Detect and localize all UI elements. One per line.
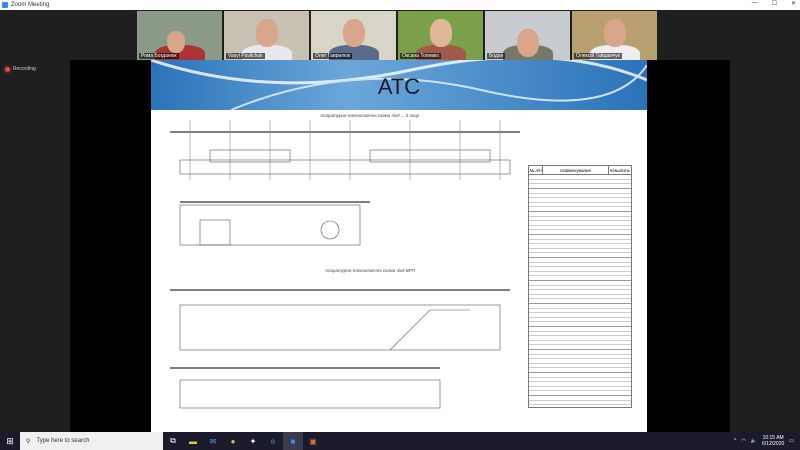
- notifications-icon[interactable]: ▭: [789, 438, 794, 444]
- task-view-icon[interactable]: ⧉: [163, 432, 183, 450]
- video-tile[interactable]: Олег Гаврилюк: [311, 11, 396, 60]
- maximize-button[interactable]: ☐: [772, 0, 777, 7]
- specification-table: № п/п Найменування Кількість: [528, 165, 632, 408]
- app-icon[interactable]: ✦: [243, 432, 263, 450]
- participant-name: Рома Богданюк: [139, 53, 179, 59]
- minimize-button[interactable]: —: [752, 0, 758, 7]
- participant-name: Оксана Толевко: [400, 53, 442, 59]
- taskbar: ⊞ ⚲ Type here to search ⧉ ▬ ✉ ● ✦ e ■ ▣ ^…: [0, 432, 800, 450]
- mail-icon[interactable]: ✉: [203, 432, 223, 450]
- table-header: № п/п: [529, 166, 543, 174]
- windows-start-icon[interactable]: ⊞: [0, 436, 20, 447]
- powerpoint-icon[interactable]: ▣: [303, 432, 323, 450]
- participant-name: Vasyl Pavlichuk: [226, 53, 265, 59]
- recording-indicator: Recording: [5, 66, 36, 72]
- system-tray: ^ ◠ 🔈 10:15 AM 6/12/2020 ▭: [734, 432, 800, 450]
- close-button[interactable]: ✕: [791, 0, 796, 7]
- edge-icon[interactable]: e: [263, 432, 283, 450]
- zoom-logo-icon: [2, 2, 8, 8]
- technical-drawing: Апаратурно-технологічна схема лінії ... …: [170, 110, 632, 420]
- table-rows: [529, 175, 631, 407]
- wifi-icon[interactable]: ◠: [741, 438, 745, 444]
- video-tile[interactable]: Оксана Толевко: [398, 11, 483, 60]
- video-tile[interactable]: Олексій Гайдамчук: [572, 11, 657, 60]
- video-tile[interactable]: Рома Богданюк: [137, 11, 222, 60]
- video-tile[interactable]: Бодан: [485, 11, 570, 60]
- date: 6/12/2020: [762, 441, 785, 447]
- slide: АТС Апаратурно-технологічна схема лінії …: [151, 60, 647, 432]
- search-placeholder: Type here to search: [36, 438, 90, 444]
- clock[interactable]: 10:15 AM 6/12/2020: [762, 435, 784, 447]
- table-header: Найменування: [543, 166, 609, 174]
- zoom-taskbar-icon[interactable]: ■: [283, 432, 303, 450]
- title-bar: Zoom Meeting — ☐ ✕: [0, 0, 800, 10]
- slide-header: АТС: [151, 60, 647, 110]
- search-icon: ⚲: [26, 438, 31, 445]
- volume-icon[interactable]: 🔈: [751, 438, 757, 444]
- chrome-icon[interactable]: ●: [223, 432, 243, 450]
- file-explorer-icon[interactable]: ▬: [183, 432, 203, 450]
- recording-label: Recording: [13, 66, 36, 72]
- video-tile[interactable]: Vasyl Pavlichuk: [224, 11, 309, 60]
- video-strip: Рома Богданюк Vasyl Pavlichuk Олег Гаври…: [137, 11, 657, 60]
- participant-name: Олексій Гайдамчук: [574, 53, 622, 59]
- participant-name: Олег Гаврилюк: [313, 53, 353, 59]
- chevron-up-icon[interactable]: ^: [734, 438, 736, 444]
- recording-icon: [5, 66, 10, 72]
- slide-title: АТС: [377, 74, 421, 99]
- window-title: Zoom Meeting: [11, 2, 50, 8]
- table-header: Кількість: [609, 167, 631, 173]
- participant-name: Бодан: [487, 53, 506, 59]
- taskbar-search[interactable]: ⚲ Type here to search: [20, 432, 163, 450]
